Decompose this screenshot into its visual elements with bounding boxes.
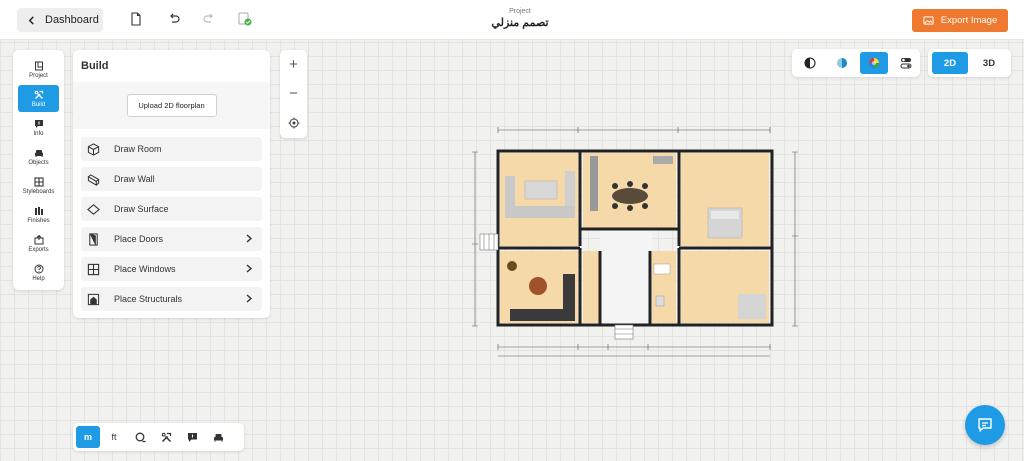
- build-icon: [161, 432, 171, 442]
- sofa-icon: [213, 433, 223, 442]
- place-structurals-tool[interactable]: Place Structurals: [81, 287, 262, 311]
- nav-label: Finishes: [27, 217, 50, 224]
- draw-room-tool[interactable]: Draw Room: [81, 137, 262, 161]
- view-mode-controls: [792, 49, 920, 77]
- nav-label: Styleboards: [22, 188, 55, 195]
- undo-icon[interactable]: [166, 11, 182, 27]
- nav-styleboards[interactable]: Styleboards: [18, 172, 59, 199]
- image-icon: [923, 16, 934, 25]
- project-info: Project تصمم منزلي: [440, 8, 600, 29]
- build-tool-button[interactable]: [154, 426, 178, 448]
- bottom-toolbar: m ft: [73, 423, 244, 451]
- draw-wall-tool[interactable]: Draw Wall: [81, 167, 262, 191]
- nav-info[interactable]: Info: [18, 114, 59, 141]
- chat-icon: [978, 418, 992, 432]
- redo-icon[interactable]: [201, 11, 217, 27]
- nav-label: Build: [31, 101, 46, 108]
- contrast-icon: [804, 57, 816, 69]
- zoom-out-button[interactable]: −: [280, 79, 307, 108]
- blueprint-mode-button[interactable]: [828, 52, 857, 74]
- draw-surface-tool[interactable]: Draw Surface: [81, 197, 262, 221]
- crosshair-icon: [288, 117, 299, 128]
- chevron-right-icon: [246, 264, 253, 273]
- unit-imperial-button[interactable]: ft: [102, 426, 126, 448]
- nav-label: Exports: [28, 246, 49, 253]
- cube-icon: [87, 142, 100, 156]
- toggle-layers-button[interactable]: [891, 52, 920, 74]
- nav-label: Objects: [28, 159, 49, 166]
- wall-icon: [87, 173, 100, 186]
- styleboards-icon: [33, 176, 44, 187]
- measure-tool-button[interactable]: [128, 426, 152, 448]
- finishes-icon: [34, 206, 43, 215]
- tool-label: Draw Wall: [114, 174, 155, 184]
- tool-label: Draw Room: [114, 144, 162, 154]
- chevron-right-icon: [246, 234, 253, 243]
- build-panel: Build Upload 2D floorplan Draw Room Draw…: [73, 50, 270, 318]
- comment-icon: [187, 432, 197, 442]
- dashboard-label: Dashboard: [45, 14, 99, 26]
- left-nav: Project Build Info Objects Styleboards F…: [13, 50, 64, 290]
- build-panel-title: Build: [81, 60, 109, 72]
- top-bar: Dashboard Project تصمم منزلي Export Imag…: [0, 0, 1024, 40]
- chevron-right-icon: [246, 294, 253, 303]
- upload-area: Upload 2D floorplan: [73, 82, 270, 129]
- project-name[interactable]: تصمم منزلي: [440, 16, 600, 29]
- nav-objects[interactable]: Objects: [18, 143, 59, 170]
- nav-label: Help: [32, 275, 45, 282]
- view-3d-button[interactable]: 3D: [971, 52, 1007, 74]
- tool-label: Place Structurals: [114, 294, 183, 304]
- project-icon: [34, 61, 43, 70]
- page-icon[interactable]: [128, 11, 144, 27]
- color-wheel-icon: [868, 58, 879, 68]
- unit-metric-button[interactable]: m: [76, 426, 100, 448]
- nav-exports[interactable]: Exports: [18, 230, 59, 257]
- floor-plan-canvas[interactable]: [470, 126, 800, 358]
- tool-label: Draw Surface: [114, 204, 169, 214]
- place-doors-tool[interactable]: Place Doors: [81, 227, 262, 251]
- dimension-toggle: 2D 3D: [928, 49, 1011, 77]
- info-icon: [34, 119, 43, 128]
- furniture-tool-button[interactable]: [206, 426, 230, 448]
- tool-label: Place Doors: [114, 234, 164, 244]
- saved-status-icon: [237, 11, 253, 27]
- zoom-in-button[interactable]: +: [280, 50, 307, 79]
- structural-icon: [87, 293, 100, 305]
- blueprint-icon: [837, 58, 848, 68]
- zoom-controls: + −: [280, 50, 307, 138]
- door-icon: [89, 232, 98, 246]
- tape-measure-icon: [135, 432, 145, 442]
- chat-button[interactable]: [965, 405, 1005, 445]
- nav-project[interactable]: Project: [18, 56, 59, 83]
- chevron-left-icon: [28, 15, 34, 25]
- window-icon: [87, 263, 100, 275]
- contrast-mode-button[interactable]: [796, 52, 825, 74]
- color-mode-button[interactable]: [859, 52, 889, 74]
- view-2d-button[interactable]: 2D: [932, 52, 968, 74]
- export-image-button[interactable]: Export Image: [912, 9, 1008, 32]
- dashboard-button[interactable]: Dashboard: [17, 8, 103, 32]
- objects-icon: [34, 149, 43, 157]
- nav-label: Info: [33, 130, 44, 137]
- place-windows-tool[interactable]: Place Windows: [81, 257, 262, 281]
- hallway: [600, 228, 652, 323]
- tool-list: Draw Room Draw Wall Draw Surface Place D…: [73, 137, 270, 311]
- comment-tool-button[interactable]: [180, 426, 204, 448]
- export-label: Export Image: [940, 15, 998, 26]
- surface-icon: [87, 203, 100, 215]
- recenter-button[interactable]: [280, 108, 307, 137]
- nav-help[interactable]: Help: [18, 259, 59, 286]
- upload-floorplan-button[interactable]: Upload 2D floorplan: [126, 94, 217, 117]
- build-icon: [34, 90, 43, 99]
- tool-label: Place Windows: [114, 264, 176, 274]
- toggle-icon: [900, 58, 912, 69]
- help-icon: [34, 264, 43, 273]
- nav-build[interactable]: Build: [18, 85, 59, 112]
- nav-label: Project: [29, 72, 48, 79]
- exports-icon: [34, 234, 43, 244]
- project-label: Project: [509, 8, 531, 15]
- nav-finishes[interactable]: Finishes: [18, 201, 59, 228]
